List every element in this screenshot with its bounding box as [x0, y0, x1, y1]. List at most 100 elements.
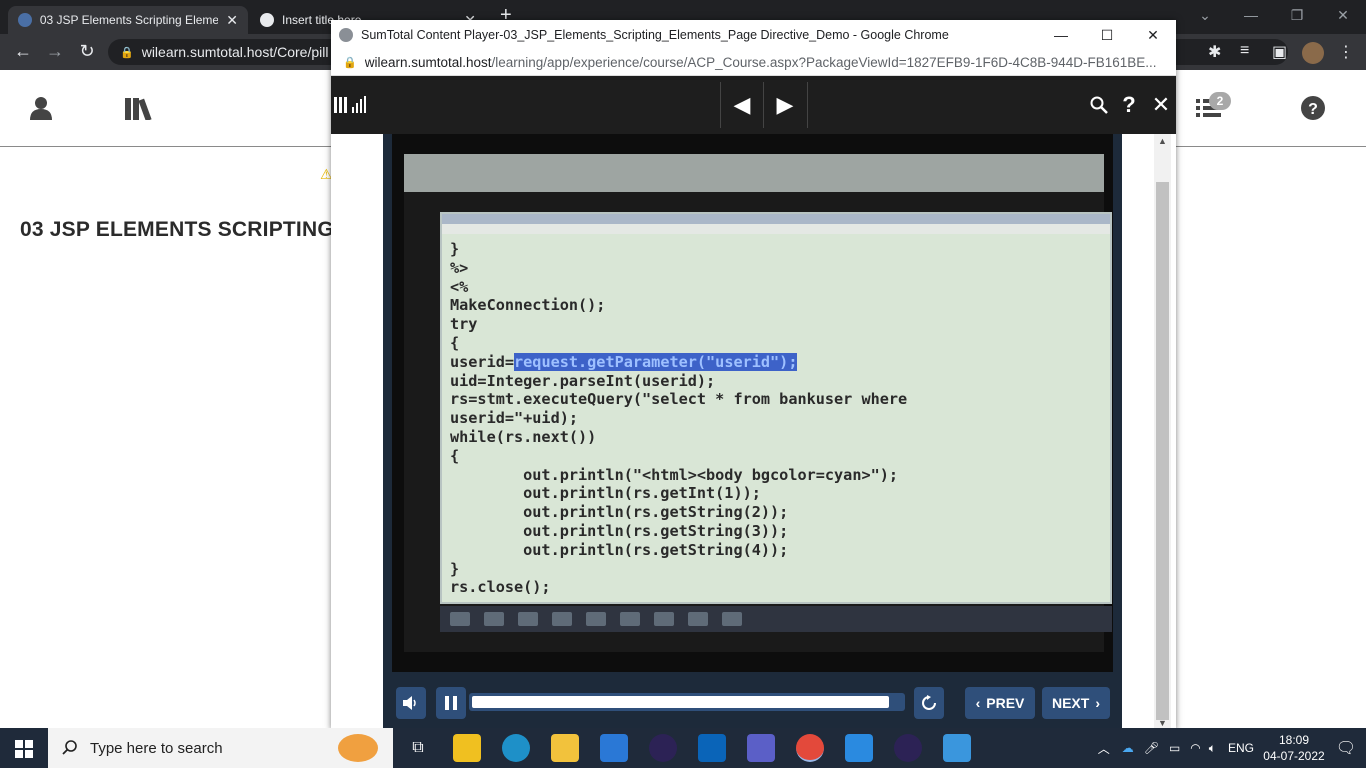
- help-icon[interactable]: ?: [1301, 96, 1325, 120]
- speaker-icon[interactable]: 🔈︎: [1209, 741, 1216, 756]
- search-placeholder: Type here to search: [90, 739, 223, 757]
- code-line: rs.close();: [450, 578, 551, 597]
- minimize-button[interactable]: —: [1038, 20, 1084, 50]
- store-icon[interactable]: [453, 734, 481, 762]
- code-line: out.println(rs.getString(4));: [450, 540, 789, 559]
- forward-button[interactable]: →: [44, 41, 66, 62]
- side-panel-icon[interactable]: ▣: [1272, 42, 1287, 62]
- restore-button[interactable]: ❐: [1274, 0, 1320, 34]
- popup-address-bar[interactable]: 🔒 wilearn.sumtotal.host/learning/app/exp…: [331, 50, 1176, 76]
- task-view-icon[interactable]: ⧉: [404, 734, 432, 762]
- content-player-window: SumTotal Content Player-03_JSP_Elements_…: [331, 20, 1176, 730]
- user-icon[interactable]: [30, 96, 52, 120]
- clock[interactable]: 18:09 04-07-2022: [1262, 732, 1326, 764]
- prev-label: PREV: [986, 695, 1025, 711]
- close-player-icon[interactable]: ✕: [1147, 76, 1175, 134]
- browser-tab-active[interactable]: 03 JSP Elements Scripting Elemen ✕: [8, 6, 248, 34]
- chevron-up-icon[interactable]: ︿: [1098, 740, 1110, 757]
- scroll-up-icon[interactable]: ▲: [1158, 136, 1167, 146]
- close-window-button[interactable]: ✕: [1320, 0, 1366, 34]
- help-icon[interactable]: ?: [1117, 76, 1141, 134]
- svg-text:?: ?: [1308, 101, 1318, 118]
- code-line: userid="+uid);: [450, 409, 579, 428]
- player-toolbar: ◀ ▶ ? ✕: [331, 76, 1176, 134]
- lock-icon: 🔒: [120, 46, 134, 59]
- code-line: out.println("<html><body bgcolor=cyan>")…: [450, 465, 899, 484]
- language-indicator[interactable]: ENG: [1228, 741, 1254, 755]
- chevron-down-icon[interactable]: ⌄: [1182, 0, 1228, 34]
- photos-icon[interactable]: [943, 734, 971, 762]
- clock-time: 18:09: [1278, 733, 1310, 747]
- battery-icon[interactable]: ▭: [1169, 741, 1180, 755]
- back-button[interactable]: ←: [12, 41, 34, 62]
- window-controls: ⌄ — ❐ ✕: [1182, 0, 1366, 34]
- video-area[interactable]: } %> <% MakeConnection(); try{userid=request…: [392, 134, 1113, 672]
- menu-icon[interactable]: ⋮: [1338, 42, 1354, 62]
- onedrive-icon[interactable]: ☁: [1122, 741, 1134, 755]
- close-window-button[interactable]: ✕: [1130, 20, 1176, 50]
- previous-page-button[interactable]: ◀: [721, 76, 763, 134]
- player-frame: } %> <% MakeConnection(); try{userid=request…: [383, 134, 1122, 730]
- clock-date: 04-07-2022: [1263, 749, 1325, 763]
- globe-icon: [260, 13, 274, 27]
- outlook-icon[interactable]: [698, 734, 726, 762]
- sumtotal-favicon-icon: [339, 28, 353, 42]
- next-label: NEXT: [1051, 695, 1090, 711]
- wifi-icon[interactable]: ◠: [1190, 741, 1200, 755]
- code-line: MakeConnection();: [450, 296, 606, 315]
- progress-bar[interactable]: [469, 693, 905, 711]
- chevron-right-icon: ›: [1095, 695, 1100, 711]
- pause-icon[interactable]: [436, 687, 466, 719]
- code-line: try: [450, 315, 478, 334]
- code-line: out.println(rs.getString(3));: [450, 521, 789, 540]
- code-line: <%: [450, 277, 469, 296]
- windows-start-icon[interactable]: [15, 740, 33, 758]
- search-icon[interactable]: [1085, 76, 1113, 134]
- notifications-icon[interactable]: 🗨︎: [1326, 738, 1366, 758]
- next-page-button[interactable]: ▶: [764, 76, 806, 134]
- volume-icon[interactable]: [396, 687, 426, 719]
- search-highlight-icon: [338, 734, 378, 762]
- mail-icon[interactable]: [600, 734, 628, 762]
- close-tab-icon[interactable]: ✕: [226, 12, 238, 29]
- profile-avatar[interactable]: [1302, 42, 1324, 64]
- scroll-thumb[interactable]: [1156, 182, 1169, 720]
- code-line: {: [450, 333, 460, 352]
- tab-title: 03 JSP Elements Scripting Elemen: [39, 13, 219, 27]
- vscode-icon[interactable]: [845, 734, 873, 762]
- url-path: /learning/app/experience/course/ACP_Cour…: [491, 55, 1157, 70]
- popup-window-controls: — ☐ ✕: [1038, 20, 1176, 50]
- toc-menu-icon[interactable]: [331, 76, 371, 134]
- media-icon[interactable]: ≡: [1240, 42, 1249, 60]
- url-text: wilearn.sumtotal.host/Core/pill: [141, 44, 329, 60]
- prev-button[interactable]: ‹ PREV: [965, 687, 1035, 719]
- chevron-left-icon: ‹: [975, 695, 981, 711]
- taskbar-search[interactable]: Type here to search: [48, 728, 393, 768]
- search-icon: [62, 740, 77, 755]
- eclipse-icon[interactable]: [894, 734, 922, 762]
- library-icon[interactable]: [125, 96, 159, 120]
- file-explorer-icon[interactable]: [551, 734, 579, 762]
- video-taskbar: [440, 606, 1112, 632]
- system-tray: ︿ ☁ 🎤︎ ▭ ◠ 🔈︎ ENG 18:09 04-07-2022 🗨︎: [1098, 728, 1366, 768]
- minimize-button[interactable]: —: [1228, 0, 1274, 34]
- maximize-button[interactable]: ☐: [1084, 20, 1130, 50]
- code-line: rs=stmt.executeQuery("select * from bank…: [450, 390, 908, 409]
- edge-icon[interactable]: [502, 734, 530, 762]
- next-button[interactable]: NEXT ›: [1042, 687, 1110, 719]
- tab-favicon-icon: [18, 13, 32, 27]
- eclipse-icon[interactable]: [649, 734, 677, 762]
- code-line: out.println(rs.getString(2));: [450, 503, 789, 522]
- chrome-icon[interactable]: [796, 734, 824, 762]
- scroll-down-icon[interactable]: ▼: [1158, 718, 1167, 728]
- extensions-icon[interactable]: ✱: [1208, 42, 1221, 62]
- scrollbar[interactable]: ▲ ▼: [1154, 134, 1171, 730]
- notification-badge: 2: [1209, 92, 1231, 110]
- code-block: } %> <% MakeConnection(); try{userid=request…: [442, 234, 1110, 597]
- reload-button[interactable]: ↻: [76, 41, 98, 62]
- popup-titlebar: SumTotal Content Player-03_JSP_Elements_…: [331, 20, 1176, 50]
- teams-icon[interactable]: [747, 734, 775, 762]
- replay-icon[interactable]: [914, 687, 944, 719]
- popup-window-title: SumTotal Content Player-03_JSP_Elements_…: [361, 28, 949, 42]
- microphone-icon[interactable]: 🎤︎: [1144, 741, 1159, 755]
